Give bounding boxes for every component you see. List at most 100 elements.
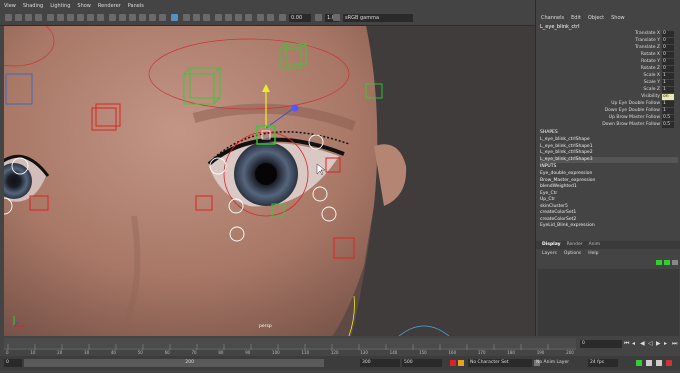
smooth-shade-icon[interactable] — [119, 14, 126, 21]
attr-value[interactable]: 0 — [662, 37, 674, 44]
attr-label[interactable]: Rotate Y — [536, 58, 660, 65]
lights-icon[interactable] — [149, 14, 156, 21]
time-slider[interactable] — [4, 338, 576, 350]
dof-icon[interactable] — [245, 14, 252, 21]
film-gate-icon[interactable] — [57, 14, 64, 21]
playback-settings-icon[interactable] — [646, 360, 652, 366]
ssao-icon[interactable] — [215, 14, 222, 21]
attr-label[interactable]: Up Brow Master Follow — [536, 114, 660, 121]
isolate-select-icon[interactable] — [257, 14, 264, 21]
motion-blur-icon[interactable] — [225, 14, 232, 21]
input-item[interactable]: createColorSet1 — [540, 210, 678, 216]
exposure-icon[interactable] — [279, 14, 286, 21]
input-item[interactable]: Up_Ctr — [540, 197, 678, 203]
wireframe-on-shaded-icon[interactable] — [129, 14, 136, 21]
input-item[interactable]: Brow_Master_expression — [540, 178, 678, 184]
attr-value[interactable]: 1 — [662, 107, 674, 114]
safe-action-icon[interactable] — [97, 14, 104, 21]
input-item[interactable]: skinCluster5 — [540, 204, 678, 210]
character-set-dropdown[interactable]: No Character Set — [468, 359, 532, 367]
fps-dropdown[interactable]: 24 fps — [588, 359, 618, 367]
xray-joints-icon[interactable] — [183, 14, 190, 21]
attr-value[interactable]: 1 — [662, 79, 674, 86]
attr-value[interactable]: 1 — [662, 100, 674, 107]
input-item[interactable]: blendWeighted1 — [540, 184, 678, 190]
script-editor-icon[interactable] — [636, 360, 642, 366]
menu-show[interactable]: Show — [77, 3, 91, 11]
wireframe-icon[interactable] — [109, 14, 116, 21]
attr-value[interactable]: 1 — [662, 72, 674, 79]
new-layer-selected-icon[interactable] — [664, 260, 670, 265]
attr-value[interactable]: 0.5 — [662, 121, 674, 128]
tab-render[interactable]: Render — [567, 241, 583, 249]
anim-layer-dropdown[interactable]: No Anim Layer — [526, 359, 582, 367]
attr-label[interactable]: Scale Y — [536, 79, 660, 86]
menu-help[interactable]: Help — [588, 251, 598, 256]
image-plane-icon[interactable] — [35, 14, 42, 21]
attr-value[interactable]: 0 — [662, 58, 674, 65]
backface-icon[interactable] — [203, 14, 210, 21]
xray-icon[interactable] — [171, 14, 178, 21]
shadows-icon[interactable] — [159, 14, 166, 21]
menu-shading[interactable]: Shading — [23, 3, 43, 11]
go-to-end-icon[interactable]: ⏭ — [672, 340, 678, 348]
step-back-key-icon[interactable]: ◂ — [632, 340, 638, 348]
layer-options-icon[interactable] — [672, 260, 678, 265]
input-item[interactable]: Eye_Ctr — [540, 191, 678, 197]
attr-value[interactable]: 0 — [662, 30, 674, 37]
attr-value[interactable]: 0.5 — [662, 114, 674, 121]
attr-label[interactable]: Translate Z — [536, 44, 660, 51]
xray-active-icon[interactable] — [193, 14, 200, 21]
gamma-icon[interactable] — [315, 14, 322, 21]
menu-renderer[interactable]: Renderer — [98, 3, 121, 11]
input-item[interactable]: Eye_double_expression — [540, 171, 678, 177]
hud-icon[interactable] — [267, 14, 274, 21]
exposure-field[interactable]: 0.00 — [289, 14, 311, 22]
play-forward-icon[interactable]: ▶ — [656, 340, 662, 348]
gate-mask-icon[interactable] — [77, 14, 84, 21]
viewport-3d[interactable]: persp — [4, 26, 535, 336]
anim-end-field-2[interactable]: 500 — [402, 359, 442, 367]
range-start-field[interactable]: 0 — [4, 359, 22, 367]
step-forward-key-icon[interactable]: ▸ — [664, 340, 670, 348]
range-slider[interactable]: 200 — [24, 359, 324, 367]
prefs-icon[interactable] — [666, 360, 672, 366]
attr-label[interactable]: Translate Y — [536, 37, 660, 44]
grid-icon[interactable] — [47, 14, 54, 21]
attr-label[interactable]: Up Eye Double Follow — [536, 100, 660, 107]
input-item[interactable]: createColorSet2 — [540, 217, 678, 223]
step-back-frame-icon[interactable]: ◀ — [640, 340, 646, 348]
new-layer-icon[interactable] — [656, 260, 662, 265]
attr-value[interactable]: 1 — [662, 86, 674, 93]
attr-value[interactable]: 0 — [662, 65, 674, 72]
layer-list[interactable] — [538, 269, 679, 337]
shape-item[interactable]: L_eye_blink_ctrlShape1 — [540, 144, 678, 150]
go-to-start-icon[interactable]: ⏮ — [624, 340, 630, 348]
shape-item[interactable]: L_eye_blink_ctrlShape — [540, 137, 678, 143]
anim-end-field[interactable]: 300 — [360, 359, 400, 367]
menu-show-cb[interactable]: Show — [611, 15, 625, 21]
current-frame-field[interactable]: 0 — [580, 340, 622, 348]
colorspace-dropdown[interactable]: sRGB gamma — [343, 14, 413, 22]
menu-channels[interactable]: Channels — [541, 15, 564, 21]
attr-value[interactable]: on — [662, 93, 674, 100]
attr-label[interactable]: Down Eye Double Follow — [536, 107, 660, 114]
attr-label[interactable]: Scale Z — [536, 86, 660, 93]
menu-layers[interactable]: Layers — [542, 251, 557, 256]
menu-lighting[interactable]: Lighting — [50, 3, 70, 11]
camera-attr-icon[interactable] — [15, 14, 22, 21]
menu-options[interactable]: Options — [564, 251, 581, 256]
attr-value[interactable]: 0 — [662, 44, 674, 51]
attr-label[interactable]: Rotate Z — [536, 65, 660, 72]
menu-view[interactable]: View — [4, 3, 16, 11]
multisample-icon[interactable] — [235, 14, 242, 21]
tab-anim[interactable]: Anim — [589, 241, 601, 249]
autokey-icon[interactable] — [450, 360, 456, 366]
resolution-gate-icon[interactable] — [67, 14, 74, 21]
camera-select-icon[interactable] — [5, 14, 12, 21]
input-item[interactable]: EyeLid_Blink_expression — [540, 223, 678, 229]
attr-label[interactable]: Down Brow Master Follow — [536, 121, 660, 128]
menu-panels[interactable]: Panels — [128, 3, 144, 11]
play-backward-icon[interactable]: ◁ — [648, 340, 654, 348]
field-chart-icon[interactable] — [87, 14, 94, 21]
